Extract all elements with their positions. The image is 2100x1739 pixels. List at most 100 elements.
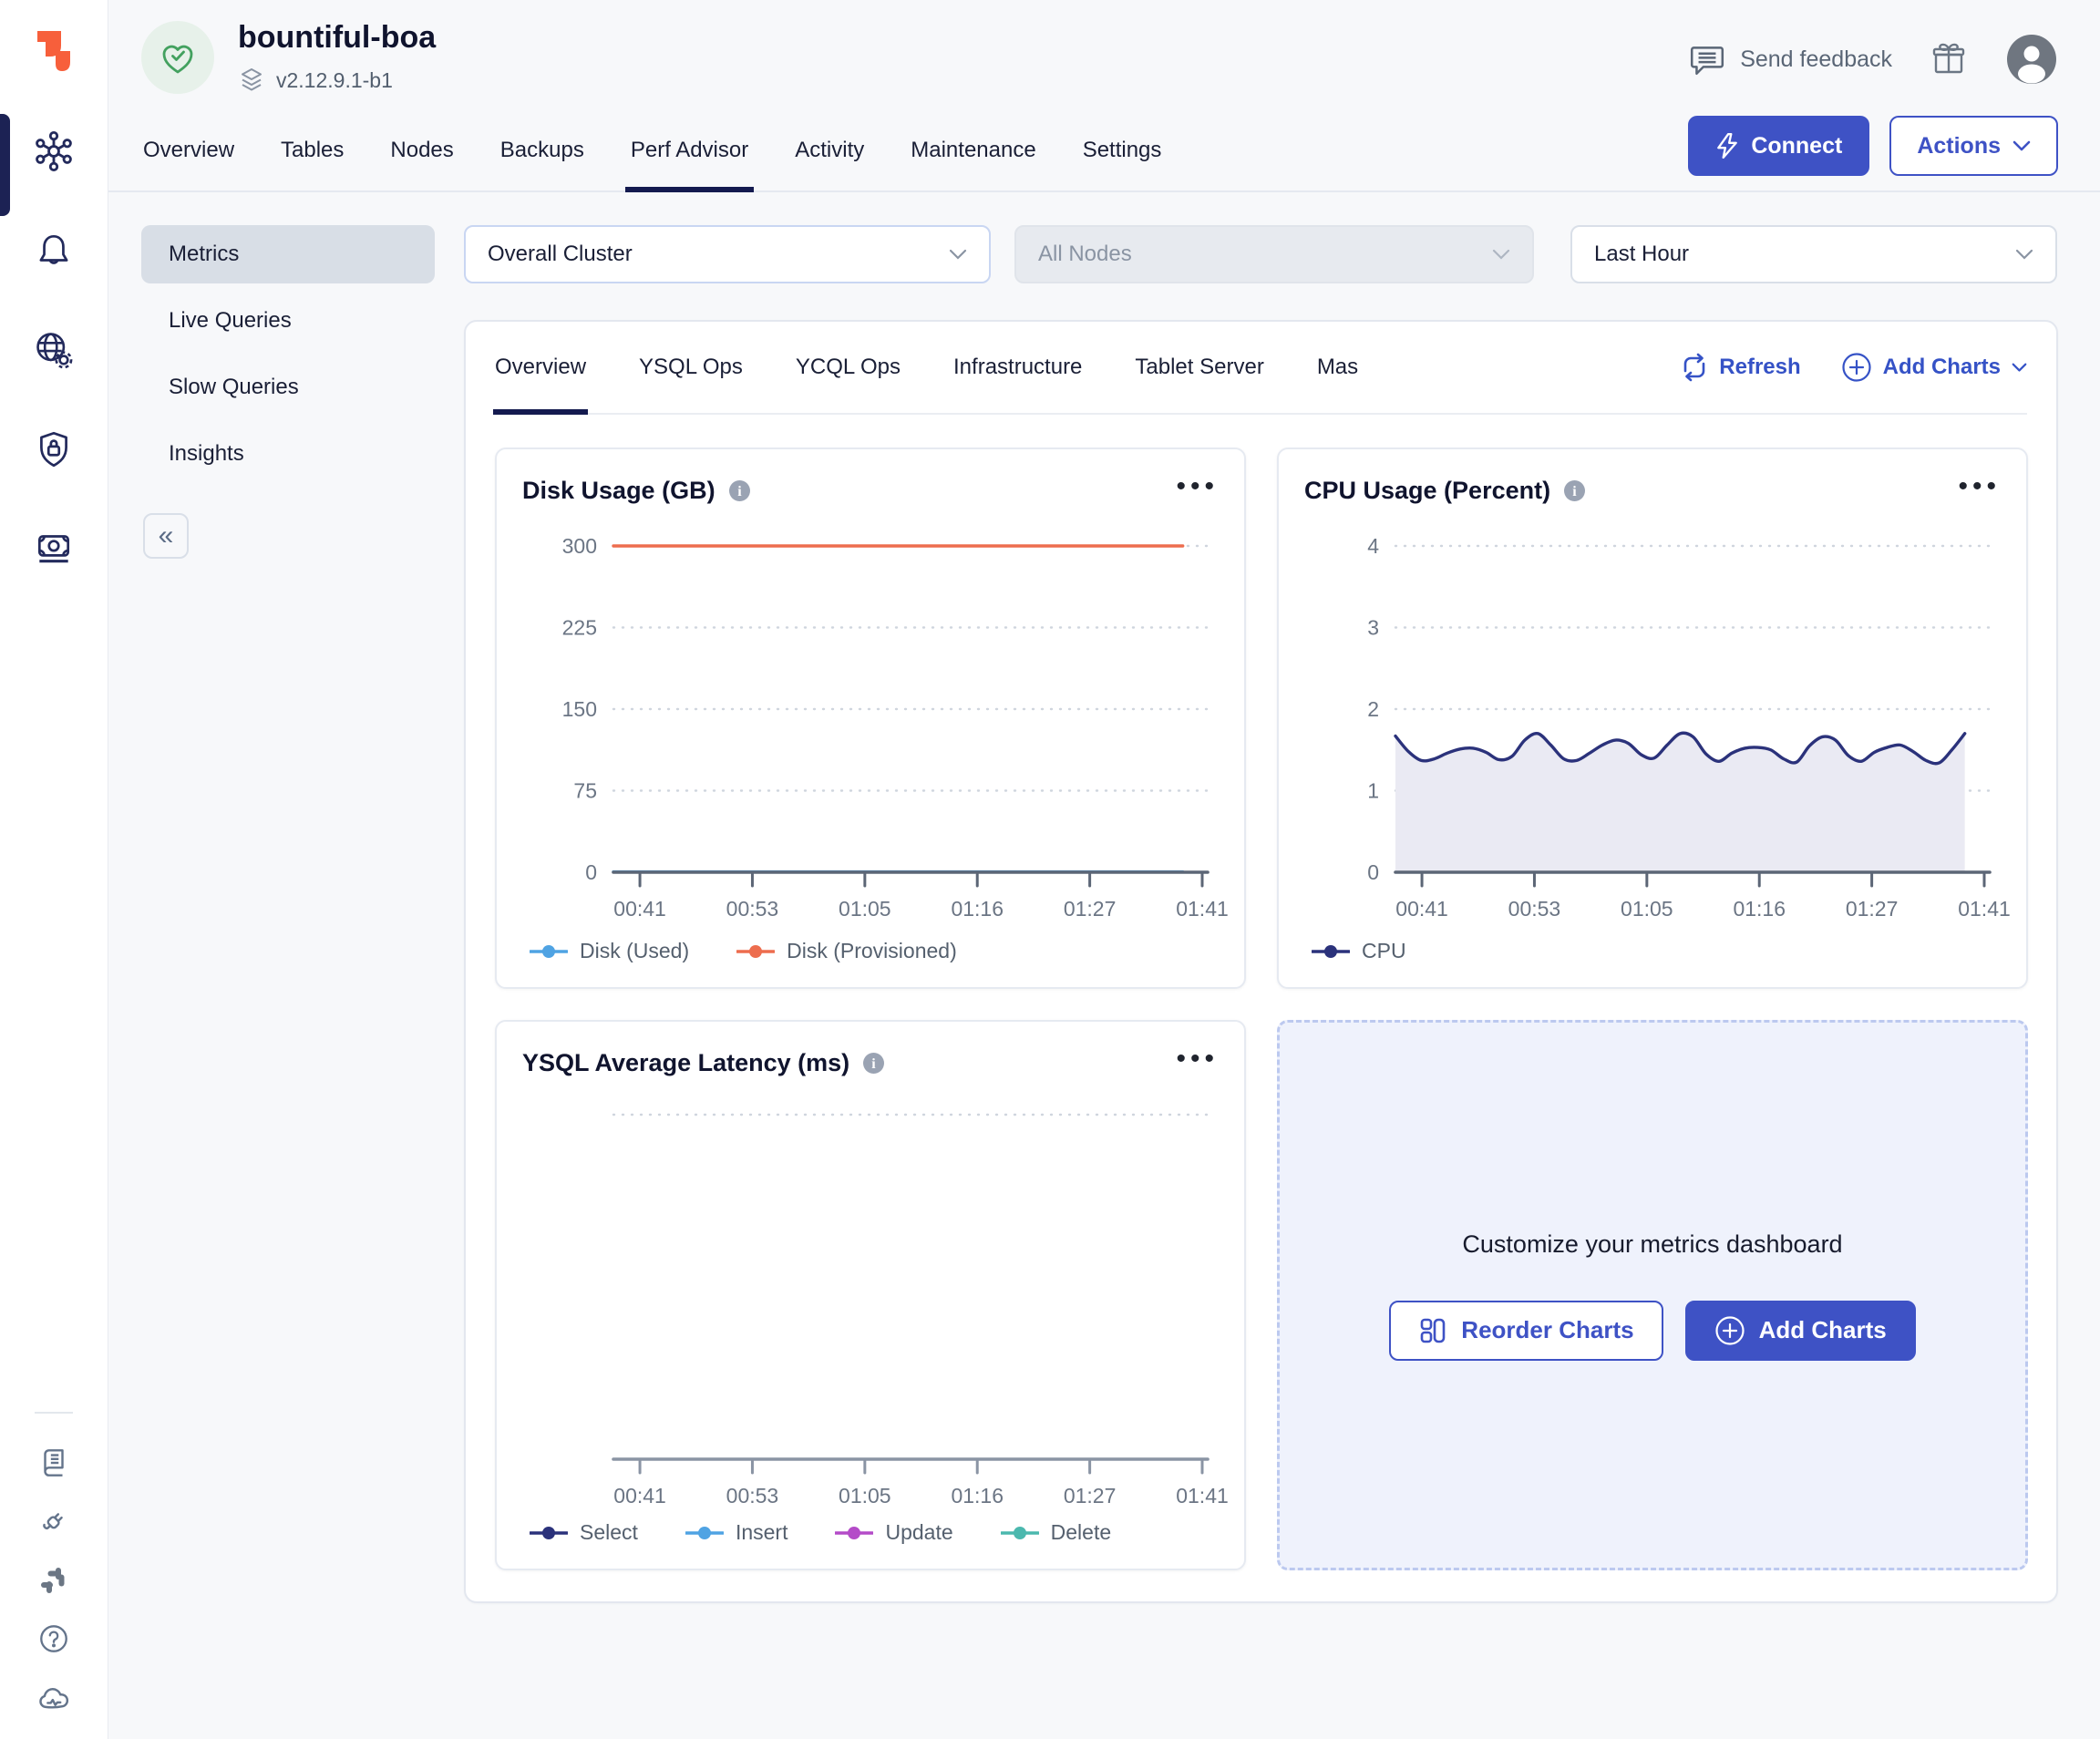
svg-text:i: i bbox=[1572, 484, 1577, 499]
legend-item[interactable]: Update bbox=[835, 1520, 952, 1545]
info-icon[interactable]: i bbox=[727, 478, 752, 503]
reorder-charts-label: Reorder Charts bbox=[1461, 1316, 1633, 1344]
legend-marker-icon bbox=[736, 944, 775, 959]
chart-title: YSQL Average Latency (ms) bbox=[522, 1049, 849, 1077]
chart-title: Disk Usage (GB) bbox=[522, 477, 715, 505]
connect-label: Connect bbox=[1751, 133, 1842, 159]
reorder-charts-button[interactable]: Reorder Charts bbox=[1389, 1301, 1662, 1361]
perf-subnav: Metrics Live Queries Slow Queries Insigh… bbox=[141, 225, 435, 1739]
send-feedback-label: Send feedback bbox=[1740, 46, 1892, 73]
tab-nodes[interactable]: Nodes bbox=[388, 116, 455, 190]
clusters-nav-icon[interactable] bbox=[32, 129, 76, 173]
legend-item[interactable]: Insert bbox=[685, 1520, 788, 1545]
x-axis-tick-label: 01:27 bbox=[1064, 1484, 1117, 1507]
x-axis-tick-label: 01:05 bbox=[839, 1484, 891, 1507]
page-title: bountiful-boa bbox=[238, 20, 436, 56]
docs-book-icon[interactable] bbox=[36, 1446, 71, 1480]
sidebar-item-slow-queries[interactable]: Slow Queries bbox=[141, 358, 435, 417]
nodes-scope-select[interactable]: All Nodes bbox=[1014, 225, 1534, 283]
info-icon[interactable]: i bbox=[861, 1051, 886, 1075]
double-chevron-left-icon: « bbox=[159, 522, 174, 550]
tab-overview[interactable]: Overview bbox=[141, 116, 236, 190]
chart-card-cpu-usage: CPU Usage (Percent) i ••• 00:4100:5301:0… bbox=[1277, 448, 2028, 989]
billing-cash-icon[interactable] bbox=[33, 527, 75, 569]
legend-item[interactable]: CPU bbox=[1312, 939, 1406, 963]
chart-menu-button[interactable]: ••• bbox=[1176, 1045, 1219, 1080]
chevron-down-icon bbox=[2012, 363, 2027, 373]
sidebar-item-metrics[interactable]: Metrics bbox=[141, 225, 435, 283]
send-feedback-button[interactable]: Send feedback bbox=[1688, 40, 1892, 78]
metrics-tab-infrastructure[interactable]: Infrastructure bbox=[953, 322, 1082, 413]
legend-marker-icon bbox=[530, 944, 568, 959]
status-cloud-icon[interactable] bbox=[36, 1681, 72, 1717]
help-icon[interactable] bbox=[36, 1621, 71, 1656]
refresh-button[interactable]: Refresh bbox=[1681, 353, 1800, 382]
legend-label: Insert bbox=[736, 1520, 788, 1545]
actions-button[interactable]: Actions bbox=[1889, 116, 2058, 176]
metrics-tab-master-truncated[interactable]: Mas bbox=[1317, 322, 1358, 413]
cpu-usage-chart: 00:4100:5301:0501:1601:2701:4101234 bbox=[1304, 520, 2001, 926]
cluster-scope-select[interactable]: Overall Cluster bbox=[464, 225, 991, 283]
connect-button[interactable]: Connect bbox=[1688, 116, 1869, 176]
x-axis-tick-label: 01:05 bbox=[839, 897, 891, 921]
svg-text:i: i bbox=[871, 1056, 876, 1072]
time-range-select[interactable]: Last Hour bbox=[1570, 225, 2057, 283]
y-axis-tick-label: 0 bbox=[1367, 860, 1379, 884]
alerts-bell-icon[interactable] bbox=[33, 230, 75, 272]
legend-label: Delete bbox=[1051, 1520, 1111, 1545]
add-charts-button[interactable]: Add Charts bbox=[1685, 1301, 1916, 1361]
tab-settings[interactable]: Settings bbox=[1081, 116, 1164, 190]
metrics-tab-tablet-server[interactable]: Tablet Server bbox=[1135, 322, 1263, 413]
chevron-down-icon bbox=[2015, 249, 2033, 261]
security-shield-lock-icon[interactable] bbox=[33, 428, 75, 470]
plus-circle-icon bbox=[1841, 352, 1872, 383]
disk-usage-chart: 00:4100:5301:0501:1601:2701:410751502253… bbox=[522, 520, 1219, 926]
legend-item[interactable]: Delete bbox=[1001, 1520, 1111, 1545]
collapse-sidebar-button[interactable]: « bbox=[143, 513, 189, 559]
metrics-tab-ysql-ops[interactable]: YSQL Ops bbox=[639, 322, 743, 413]
plus-circle-icon bbox=[1714, 1315, 1745, 1346]
chart-title: CPU Usage (Percent) bbox=[1304, 477, 1550, 505]
add-charts-dropdown[interactable]: Add Charts bbox=[1841, 352, 2027, 383]
cluster-tabs: Overview Tables Nodes Backups Perf Advis… bbox=[141, 116, 1163, 190]
chart-card-disk-usage: Disk Usage (GB) i ••• 00:4100:5301:0501:… bbox=[495, 448, 1246, 989]
yugabyte-logo[interactable] bbox=[28, 15, 79, 87]
tab-perf-advisor[interactable]: Perf Advisor bbox=[629, 116, 750, 190]
tab-tables[interactable]: Tables bbox=[279, 116, 345, 190]
add-charts-label: Add Charts bbox=[1759, 1316, 1887, 1344]
tab-maintenance[interactable]: Maintenance bbox=[909, 116, 1037, 190]
regions-globe-gear-icon[interactable] bbox=[32, 328, 76, 372]
refresh-icon bbox=[1681, 353, 1708, 382]
feedback-bubble-icon bbox=[1688, 40, 1726, 78]
x-axis-tick-label: 01:16 bbox=[951, 1484, 1004, 1507]
integrations-plug-icon[interactable] bbox=[36, 1505, 71, 1539]
main-area: bountiful-boa v2.12.9.1-b1 Send feedbac bbox=[108, 0, 2100, 1739]
metrics-tab-overview[interactable]: Overview bbox=[495, 322, 586, 413]
y-axis-tick-label: 225 bbox=[562, 616, 597, 640]
chart-menu-button[interactable]: ••• bbox=[1176, 473, 1219, 508]
legend-item[interactable]: Disk (Used) bbox=[530, 939, 689, 963]
chart-menu-button[interactable]: ••• bbox=[1958, 473, 2001, 508]
x-axis-tick-label: 01:05 bbox=[1621, 897, 1673, 921]
user-avatar[interactable] bbox=[2005, 33, 2058, 86]
legend-marker-icon bbox=[530, 1526, 568, 1540]
chevron-down-icon bbox=[1492, 249, 1510, 261]
sidebar-item-live-queries[interactable]: Live Queries bbox=[141, 292, 435, 350]
svg-text:i: i bbox=[737, 484, 742, 499]
charts-grid: Disk Usage (GB) i ••• 00:4100:5301:0501:… bbox=[495, 448, 2027, 1570]
info-icon[interactable]: i bbox=[1562, 478, 1587, 503]
tab-activity[interactable]: Activity bbox=[793, 116, 866, 190]
slack-icon[interactable] bbox=[37, 1564, 70, 1597]
add-charts-label: Add Charts bbox=[1883, 355, 2001, 380]
x-axis-tick-label: 00:53 bbox=[726, 1484, 779, 1507]
metrics-tab-ycql-ops[interactable]: YCQL Ops bbox=[796, 322, 901, 413]
y-axis-tick-label: 4 bbox=[1367, 534, 1379, 558]
tab-backups[interactable]: Backups bbox=[499, 116, 586, 190]
perf-advisor-content: Metrics Live Queries Slow Queries Insigh… bbox=[108, 192, 2100, 1739]
legend-item[interactable]: Disk (Provisioned) bbox=[736, 939, 957, 963]
legend-label: CPU bbox=[1362, 939, 1406, 963]
metrics-main: Overall Cluster All Nodes Last Hour Over… bbox=[464, 225, 2058, 1739]
sidebar-item-insights[interactable]: Insights bbox=[141, 425, 435, 483]
gift-icon[interactable] bbox=[1929, 39, 1969, 79]
legend-item[interactable]: Select bbox=[530, 1520, 638, 1545]
